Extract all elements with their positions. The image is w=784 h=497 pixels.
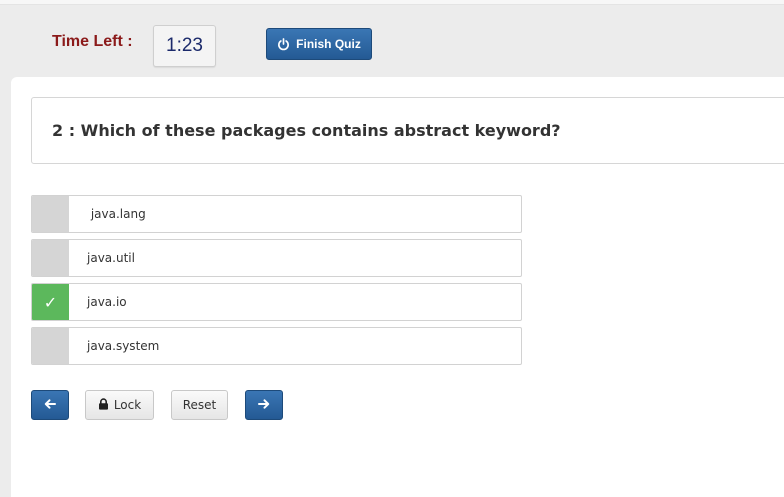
option-java-system[interactable]: java.system bbox=[31, 327, 522, 365]
option-label: java.util bbox=[87, 251, 135, 265]
option-java-util[interactable]: java.util bbox=[31, 239, 522, 277]
arrow-left-icon bbox=[44, 398, 56, 412]
option-java-io[interactable]: ✓ java.io bbox=[31, 283, 522, 321]
question-text: 2 : Which of these packages contains abs… bbox=[52, 121, 561, 140]
checkmark-icon: ✓ bbox=[43, 292, 58, 312]
finish-quiz-label: Finish Quiz bbox=[296, 37, 361, 51]
option-marker bbox=[32, 196, 69, 232]
option-marker bbox=[32, 240, 69, 276]
lock-icon bbox=[98, 397, 109, 413]
option-label: java.io bbox=[87, 295, 127, 309]
timer-label: Time Left : bbox=[52, 33, 133, 50]
option-marker bbox=[32, 328, 69, 364]
question-box: 2 : Which of these packages contains abs… bbox=[31, 97, 784, 164]
top-strip bbox=[0, 0, 784, 5]
next-button[interactable] bbox=[245, 390, 283, 420]
option-marker-selected: ✓ bbox=[32, 284, 69, 320]
timer-display: 1:23 bbox=[153, 25, 216, 67]
option-label: java.system bbox=[87, 339, 160, 353]
lock-label: Lock bbox=[113, 398, 142, 412]
previous-button[interactable] bbox=[31, 390, 69, 420]
option-java-lang[interactable]: java.lang bbox=[31, 195, 522, 233]
option-label: java.lang bbox=[87, 207, 146, 221]
reset-label: Reset bbox=[182, 398, 217, 412]
power-icon bbox=[277, 37, 290, 51]
lock-button[interactable]: Lock bbox=[85, 390, 154, 420]
arrow-right-icon bbox=[258, 398, 270, 412]
finish-quiz-button[interactable]: Finish Quiz bbox=[266, 28, 372, 60]
reset-button[interactable]: Reset bbox=[171, 390, 228, 420]
